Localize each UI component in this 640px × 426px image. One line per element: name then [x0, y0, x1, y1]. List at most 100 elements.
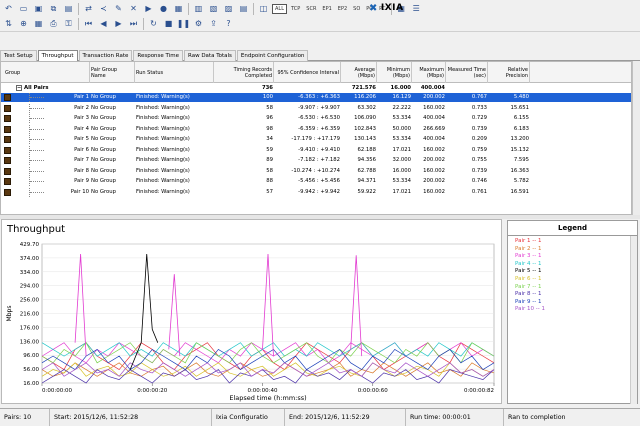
tree-connector	[29, 135, 59, 144]
tab-endpoint-configuration[interactable]: Endpoint Configuration	[236, 50, 309, 61]
edit-icon[interactable]: ✎	[112, 2, 125, 15]
table-row[interactable]: Pair 7 No Group Finished: Warning(s) 89 -7.1…	[1, 156, 631, 165]
copy-icon[interactable]: ⧉	[47, 2, 60, 15]
pair-endpoint-icon	[4, 157, 11, 164]
table-row[interactable]: Pair 2 No Group Finished: Warning(s) 58 -9.9…	[1, 103, 631, 113]
paste-icon[interactable]: ▤	[62, 2, 75, 15]
table-icon[interactable]: ▤	[237, 2, 250, 15]
status-pairs: Pairs: 10	[0, 408, 50, 426]
col-header-timing-records[interactable]: Timing Records Completed	[214, 62, 274, 83]
legend-item[interactable]: Pair 2 -- 1	[515, 246, 541, 252]
table-row[interactable]: Pair 3 No Group Finished: Warning(s) 96 -6.5…	[1, 114, 631, 123]
chart-title: Throughput	[6, 224, 65, 235]
tab-response-time[interactable]: Response Time	[133, 50, 183, 61]
new-file-icon[interactable]: ▭	[17, 2, 30, 15]
stop-icon[interactable]: ■	[162, 17, 175, 30]
filter-so-button[interactable]: SO	[351, 6, 362, 12]
filter-scr-button[interactable]: SCR	[304, 6, 318, 12]
legend-item[interactable]: Pair 10 -- 1	[515, 306, 545, 312]
status-start: Start: 2015/12/6, 11:52:28	[50, 408, 212, 426]
run-icon[interactable]: ▶	[142, 2, 155, 15]
cell-avg: 102.843	[354, 125, 376, 132]
status-runtime: Run time: 00:00:01	[406, 408, 504, 426]
tab-throughput[interactable]: Throughput	[37, 50, 78, 61]
pause-icon[interactable]: ❚❚	[177, 17, 190, 30]
filter-ep1-button[interactable]: EP1	[320, 6, 333, 12]
undo-icon[interactable]: ↶	[2, 2, 15, 15]
legend-item[interactable]: Pair 1 -- 1	[515, 238, 541, 244]
save-icon[interactable]: ▣	[32, 2, 45, 15]
tree-connector	[29, 187, 59, 197]
col-header-minimum[interactable]: Minimum (Mbps)	[377, 62, 412, 83]
col-header-measured-time[interactable]: Measured Time (sec)	[446, 62, 488, 83]
record-icon[interactable]: ●	[157, 2, 170, 15]
filter-tcp-button[interactable]: TCP	[289, 6, 302, 12]
col-header-confidence-interval[interactable]: 95% Confidence Interval	[274, 62, 341, 83]
tab-test-setup[interactable]: Test Setup	[0, 50, 37, 61]
legend-item[interactable]: Pair 5 -- 1	[515, 268, 541, 274]
col-header-average[interactable]: Average (Mbps)	[341, 62, 377, 83]
next-icon[interactable]: ▶	[112, 17, 125, 30]
cell-min: 17.021	[392, 188, 411, 195]
table-row[interactable]: Pair 1 No Group Finished: Warning(s) 100 -6.…	[1, 93, 631, 102]
legend-item[interactable]: Pair 4 -- 1	[515, 261, 541, 267]
status-bar: Pairs: 10 Start: 2015/12/6, 11:52:28 Ixi…	[0, 408, 640, 426]
cell-rp: 13.200	[510, 136, 529, 142]
all-pairs-row[interactable]: − All Pairs 736 721.576 16.000 400.004	[1, 84, 631, 93]
col-header-pair-group-name[interactable]: Pair Group Name	[90, 62, 135, 83]
collapse-icon[interactable]: −	[16, 84, 22, 91]
y-tick-label: 429.70	[20, 242, 40, 248]
grid-scrollbar[interactable]	[632, 61, 640, 215]
sort-icon[interactable]: ⇅	[2, 17, 15, 30]
last-icon[interactable]: ⏭	[127, 17, 140, 30]
bar-icon[interactable]: ▧	[207, 2, 220, 15]
calendar-icon[interactable]: ▦	[32, 17, 45, 30]
cell-time: 0.759	[471, 146, 487, 153]
add-pair-icon[interactable]: ⇄	[82, 2, 95, 15]
ixia-logo-mark-icon: ✖	[369, 2, 378, 14]
cell-min: 17.021	[392, 146, 411, 153]
help-icon[interactable]: ?	[222, 17, 235, 30]
legend-item[interactable]: Pair 6 -- 1	[515, 276, 541, 282]
list-view-icon[interactable]: ☰	[410, 2, 423, 15]
settings-icon[interactable]: ⚙	[192, 17, 205, 30]
delete-icon[interactable]: ✕	[127, 2, 140, 15]
cell-avg: 62.188	[357, 146, 376, 153]
col-header-maximum[interactable]: Maximum (Mbps)	[412, 62, 446, 83]
refresh-icon[interactable]: ↻	[147, 17, 160, 30]
col-header-run-status[interactable]: Run Status	[135, 62, 214, 83]
legend-item[interactable]: Pair 9 -- 1	[515, 299, 541, 305]
cell-ci: -5.456 : +5.456	[298, 178, 340, 184]
table-row[interactable]: Pair 4 No Group Finished: Warning(s) 98 -6.3…	[1, 124, 631, 134]
table-row[interactable]: Pair 9 No Group Finished: Warning(s) 88 -5.4…	[1, 177, 631, 186]
connect-icon[interactable]: ≺	[97, 2, 110, 15]
legend-scrollbar[interactable]	[630, 236, 637, 404]
col-header-group[interactable]: Group	[1, 62, 90, 83]
toolbar-row-2: ⇅ ⊕ ▦ ⎙ ⚿ ⏮ ◀ ▶ ⏭ ↻ ■ ❚❚ ⚙ ⇪ ?	[2, 16, 235, 31]
legend-item[interactable]: Pair 3 -- 1	[515, 253, 541, 259]
first-icon[interactable]: ⏮	[82, 17, 95, 30]
zoom-icon[interactable]: ⊕	[17, 17, 30, 30]
table-row[interactable]: Pair 6 No Group Finished: Warning(s) 59 -9.4…	[1, 145, 631, 155]
graph-icon[interactable]: ◫	[257, 2, 270, 15]
filter-all-button[interactable]: ALL	[272, 3, 287, 14]
print-icon[interactable]: ⎙	[47, 17, 60, 30]
lock-icon[interactable]: ⚿	[62, 17, 75, 30]
tab-raw-data-totals[interactable]: Raw Data Totals	[184, 50, 236, 61]
previous-icon[interactable]: ◀	[97, 17, 110, 30]
table-row[interactable]: Pair 8 No Group Finished: Warning(s) 58 -10.…	[1, 166, 631, 176]
tab-transaction-rate[interactable]: Transaction Rate	[78, 50, 133, 61]
filter-ep2-button[interactable]: EP2	[336, 6, 349, 12]
legend-item[interactable]: Pair 7 -- 1	[515, 284, 541, 290]
legend-item[interactable]: Pair 8 -- 1	[515, 291, 541, 297]
cell-group: No Group	[91, 167, 117, 174]
chart-icon[interactable]: ▨	[222, 2, 235, 15]
filter-icon[interactable]: ▦	[172, 2, 185, 15]
export-icon[interactable]: ⇪	[207, 17, 220, 30]
col-header-relative-precision[interactable]: Relative Precision	[488, 62, 530, 83]
grid-icon[interactable]: ▥	[192, 2, 205, 15]
table-row[interactable]: Pair 5 No Group Finished: Warning(s) 34 -17.…	[1, 135, 631, 144]
cell-group: No Group	[91, 104, 117, 111]
table-row[interactable]: Pair 10 No Group Finished: Warning(s) 57 -9.…	[1, 187, 631, 197]
toolbar-separator	[78, 17, 79, 30]
